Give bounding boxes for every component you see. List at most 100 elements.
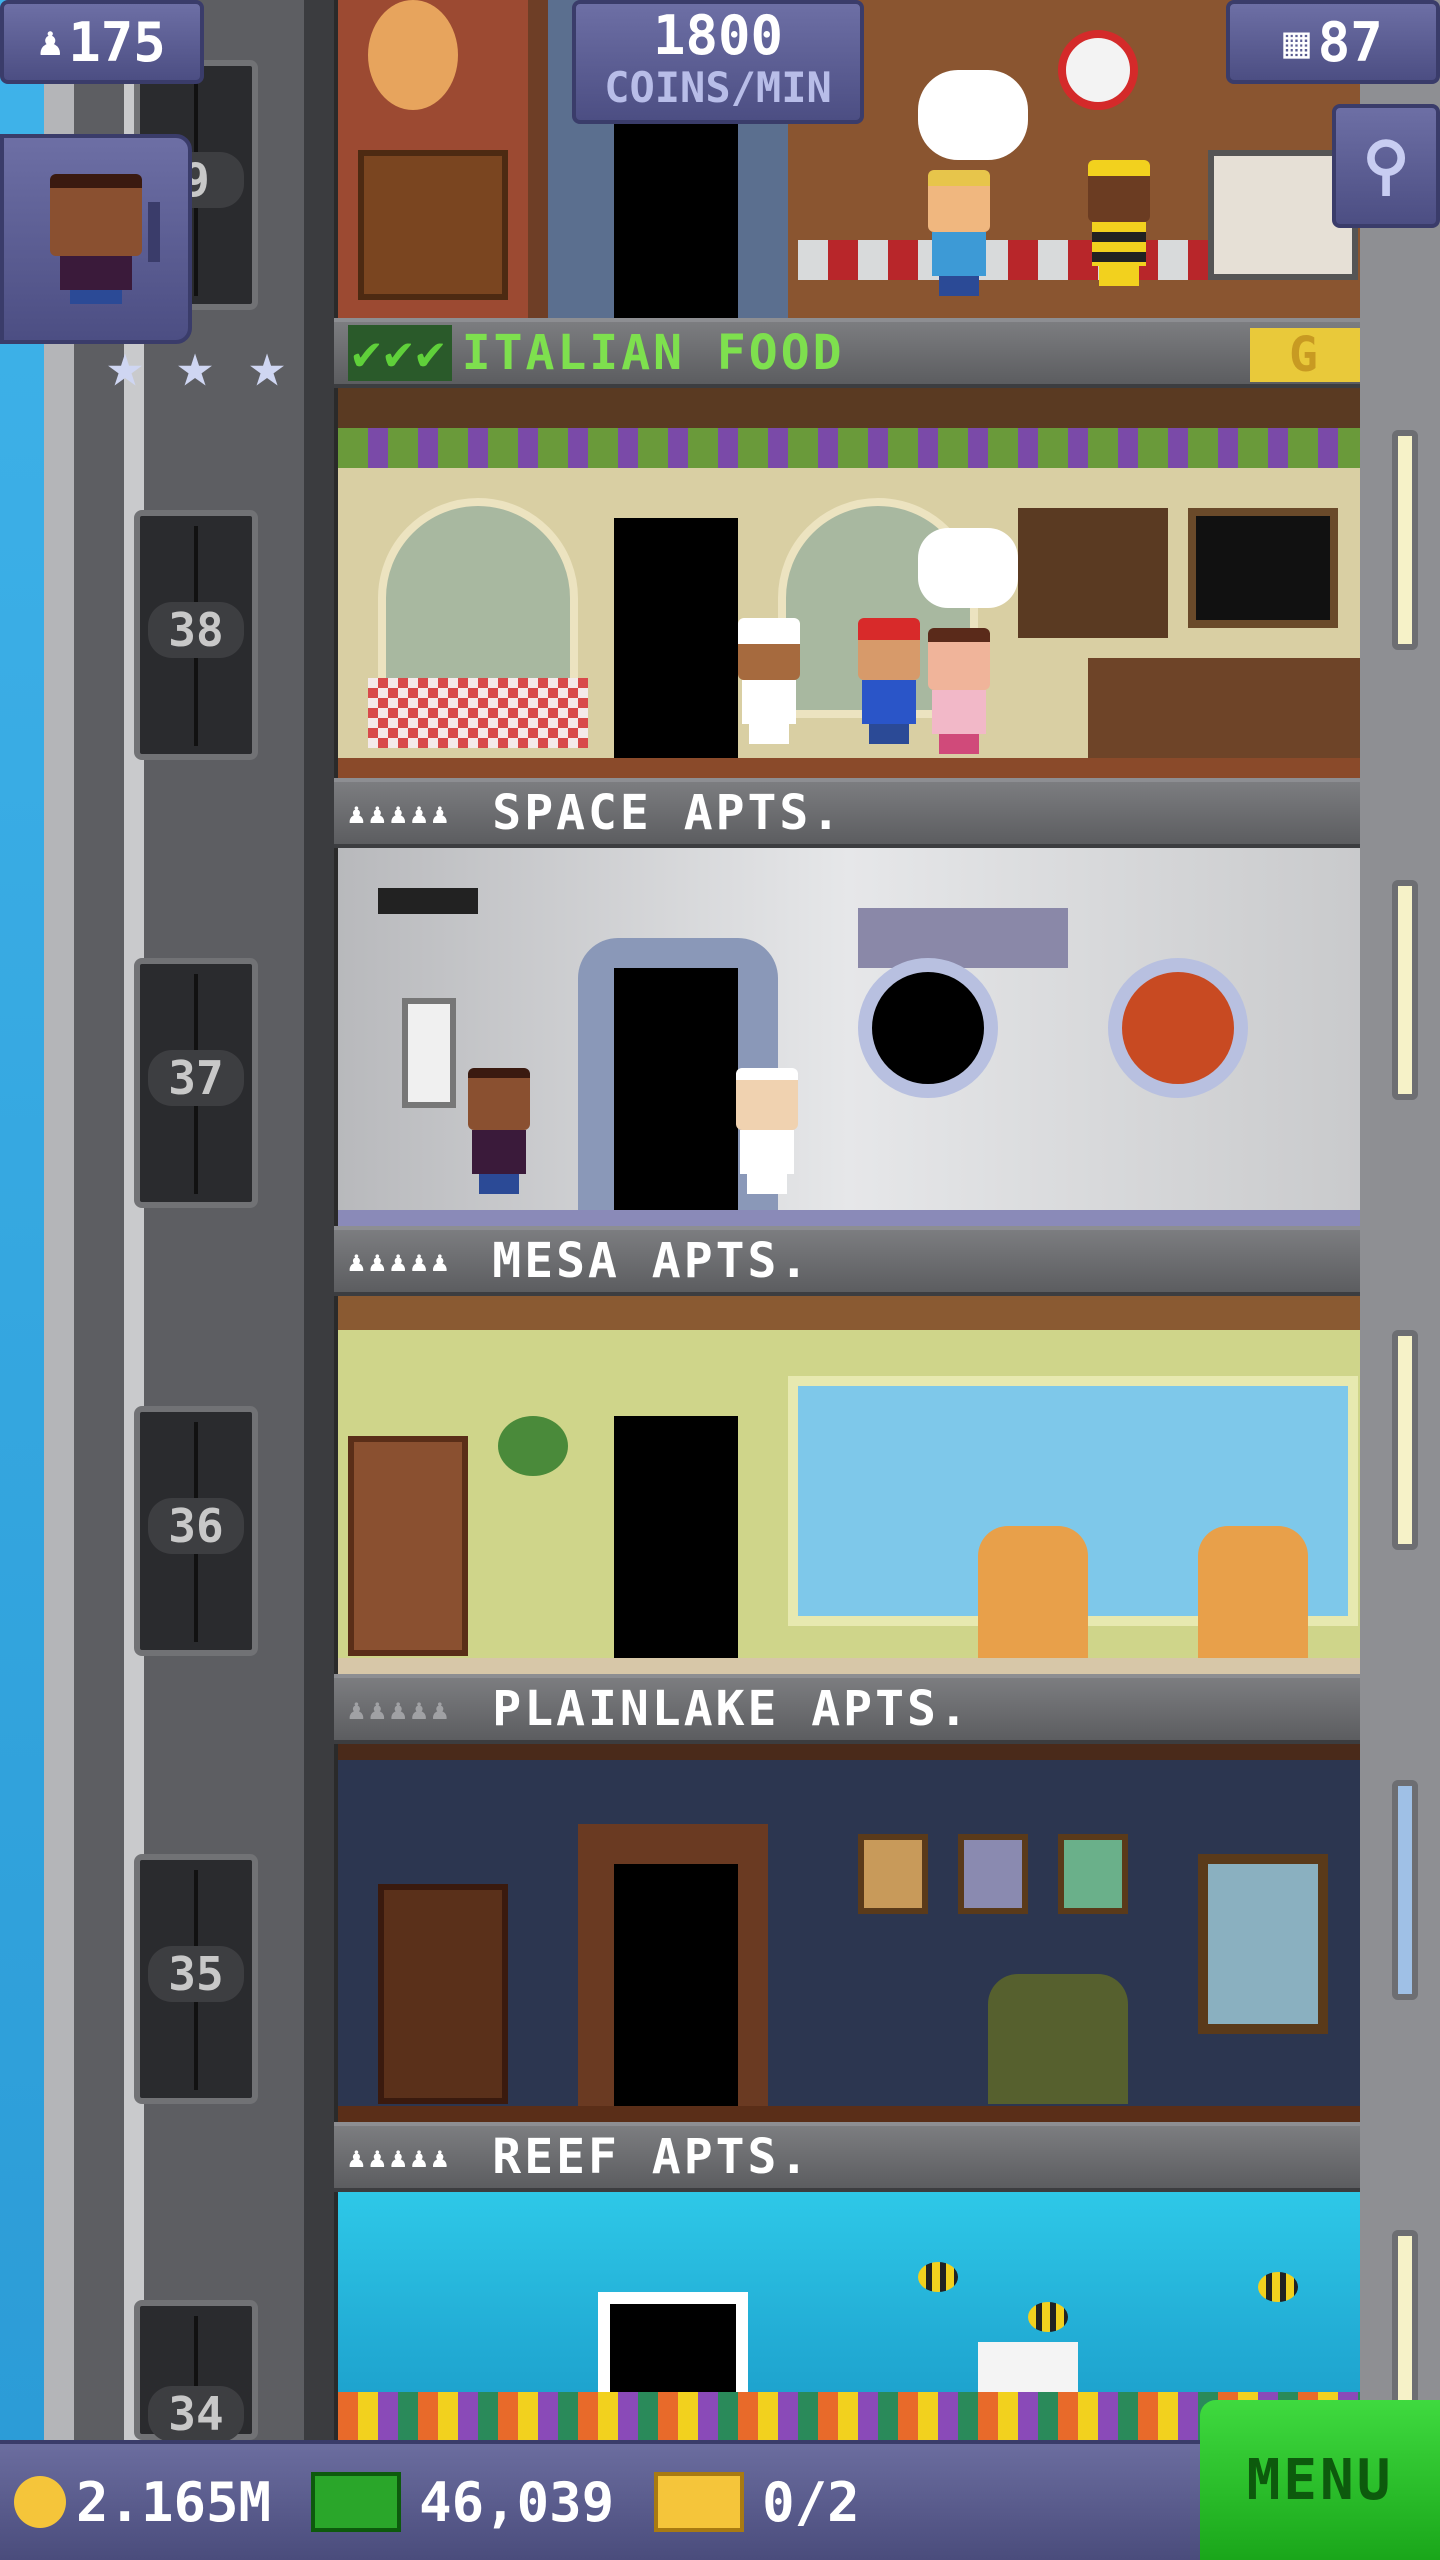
shaft-rail-right: [304, 0, 334, 2440]
bux-icon: [311, 2472, 402, 2532]
card-handle-icon: [148, 202, 160, 262]
control-panel: [402, 998, 456, 1108]
fish-icon: [1258, 2272, 1298, 2302]
floor-door[interactable]: [614, 1864, 738, 2114]
bitizen-blonde[interactable]: [928, 170, 990, 296]
floor-label-plainlake-apts[interactable]: ♟♟♟♟♟ PLAINLAKE APTS.: [334, 1674, 1360, 1744]
coins-per-minute-value: 1800: [652, 4, 784, 67]
coins-per-minute-display: 1800 COINS/MIN: [572, 0, 864, 124]
checkered-table: [368, 678, 588, 748]
star-icon: ★: [248, 328, 286, 401]
floor-name: MESA APTS.: [492, 1233, 812, 1289]
menu-chalkboard: [1188, 508, 1338, 628]
ceiling-beam: [338, 1296, 1360, 1330]
floor-mesa-apts[interactable]: [334, 1296, 1360, 1674]
golden-ticket-icon: [654, 2472, 745, 2532]
population-value: 175: [68, 10, 166, 74]
porthole-mars: [1108, 958, 1248, 1098]
gold-ticket-badge[interactable]: G: [1250, 328, 1360, 382]
armchair: [978, 1526, 1088, 1666]
population-counter[interactable]: ♟ 175: [0, 0, 204, 84]
bitizen-bearded[interactable]: [468, 1068, 530, 1194]
floor-door[interactable]: [614, 120, 738, 318]
floor-name: PLAINLAKE APTS.: [492, 1681, 971, 1737]
bitizen-pink[interactable]: [928, 628, 990, 754]
floor-door[interactable]: [614, 518, 738, 758]
residents-indicator: ♟♟♟♟♟: [348, 1244, 453, 1278]
no-smoking-icon: [1058, 30, 1138, 110]
stock-checks: ✔✔✔: [348, 325, 452, 381]
floor-boards: [338, 758, 1360, 778]
elevator-number: 37: [148, 1050, 244, 1106]
elevator-number: 34: [148, 2386, 244, 2442]
tower-window: [1392, 880, 1418, 1100]
elevator-car-34[interactable]: 34: [134, 2300, 258, 2536]
floor-label-mesa-apts[interactable]: ♟♟♟♟♟ MESA APTS.: [334, 1226, 1360, 1296]
person-icon: ♟: [38, 19, 63, 65]
elevator-car-35[interactable]: 35: [134, 1854, 258, 2104]
bitizen-chef[interactable]: [738, 618, 800, 744]
pie-icon: [368, 0, 458, 110]
bitizen-avatar-card[interactable]: [0, 134, 192, 344]
floor-plainlake-apts[interactable]: [334, 1744, 1360, 2122]
bitizen-karate[interactable]: [736, 1068, 798, 1194]
shaft-rail-left: [44, 0, 74, 2440]
bread-speech-bubble: [918, 70, 1028, 160]
picture-frame: [958, 1834, 1028, 1914]
tower-window: [1392, 430, 1418, 650]
bookshelf: [378, 1884, 508, 2104]
bread-shelf: [358, 150, 508, 300]
elevator-car-37[interactable]: 37: [134, 958, 258, 1208]
sofa-chair: [988, 1974, 1128, 2104]
tickets-value: 0/2: [762, 2470, 860, 2534]
floor-boards: [338, 2106, 1360, 2122]
menu-button[interactable]: MENU: [1200, 2400, 1440, 2560]
floor-label-italian-food[interactable]: ✔✔✔ ITALIAN FOOD G: [334, 318, 1360, 388]
elevator-number: 35: [148, 1946, 244, 2002]
floor-italian-food[interactable]: [334, 388, 1360, 778]
coin-icon: [14, 2476, 66, 2528]
elevator-car-38[interactable]: 38: [134, 510, 258, 760]
picture-frame: [1058, 1834, 1128, 1914]
star-icon: ★: [176, 328, 214, 401]
fish-icon: [918, 2262, 958, 2292]
floor-label-reef-apts[interactable]: ♟♟♟♟♟ REEF APTS.: [334, 2122, 1360, 2192]
floors-counter[interactable]: ▦ 87: [1226, 0, 1440, 84]
fish-icon: [1028, 2302, 1068, 2332]
floor-name: REEF APTS.: [492, 2129, 812, 2185]
sky-background: [0, 0, 44, 2560]
star-icon: ★: [106, 328, 144, 401]
floor-name: SPACE APTS.: [492, 785, 844, 841]
tower-window: [1392, 1330, 1418, 1550]
armchair: [1198, 1526, 1308, 1666]
avatar: [50, 174, 142, 304]
wall-window: [1198, 1854, 1328, 2034]
search-button[interactable]: ⚲: [1332, 104, 1440, 228]
wine-rack: [1018, 508, 1168, 638]
floor-door[interactable]: [614, 1416, 738, 1666]
elevator-car-36[interactable]: 36: [134, 1406, 258, 1656]
residents-indicator: ♟♟♟♟♟: [348, 2140, 453, 2174]
tower-right-wall: [1360, 0, 1440, 2440]
tower-window: [1392, 1780, 1418, 2000]
floor-door[interactable]: [614, 968, 738, 1218]
floor-name: ITALIAN FOOD: [461, 325, 845, 381]
bar-counter: [1088, 658, 1360, 768]
ceiling-trim: [338, 1744, 1360, 1760]
residents-indicator: ♟♟♟♟♟: [348, 1692, 453, 1726]
floor-label-space-apts[interactable]: ♟♟♟♟♟ SPACE APTS.: [334, 778, 1360, 848]
bux-value: 46,039: [419, 2470, 615, 2534]
hanging-plant: [498, 1416, 568, 1476]
bitizen-bee-costume[interactable]: [1088, 160, 1150, 286]
ceiling-vent: [378, 888, 478, 914]
floor-space-apts[interactable]: [334, 848, 1360, 1226]
picture-frame: [858, 1834, 928, 1914]
elevator-number: 36: [148, 1498, 244, 1554]
porthole-stars: [858, 958, 998, 1098]
bookshelf: [348, 1436, 468, 1656]
pasta-speech-bubble: [918, 528, 1018, 608]
bitizen-plumber[interactable]: [858, 618, 920, 744]
search-icon: ⚲: [1362, 129, 1410, 203]
elevator-number: 38: [148, 602, 244, 658]
coins-value: 2.165M: [76, 2470, 272, 2534]
